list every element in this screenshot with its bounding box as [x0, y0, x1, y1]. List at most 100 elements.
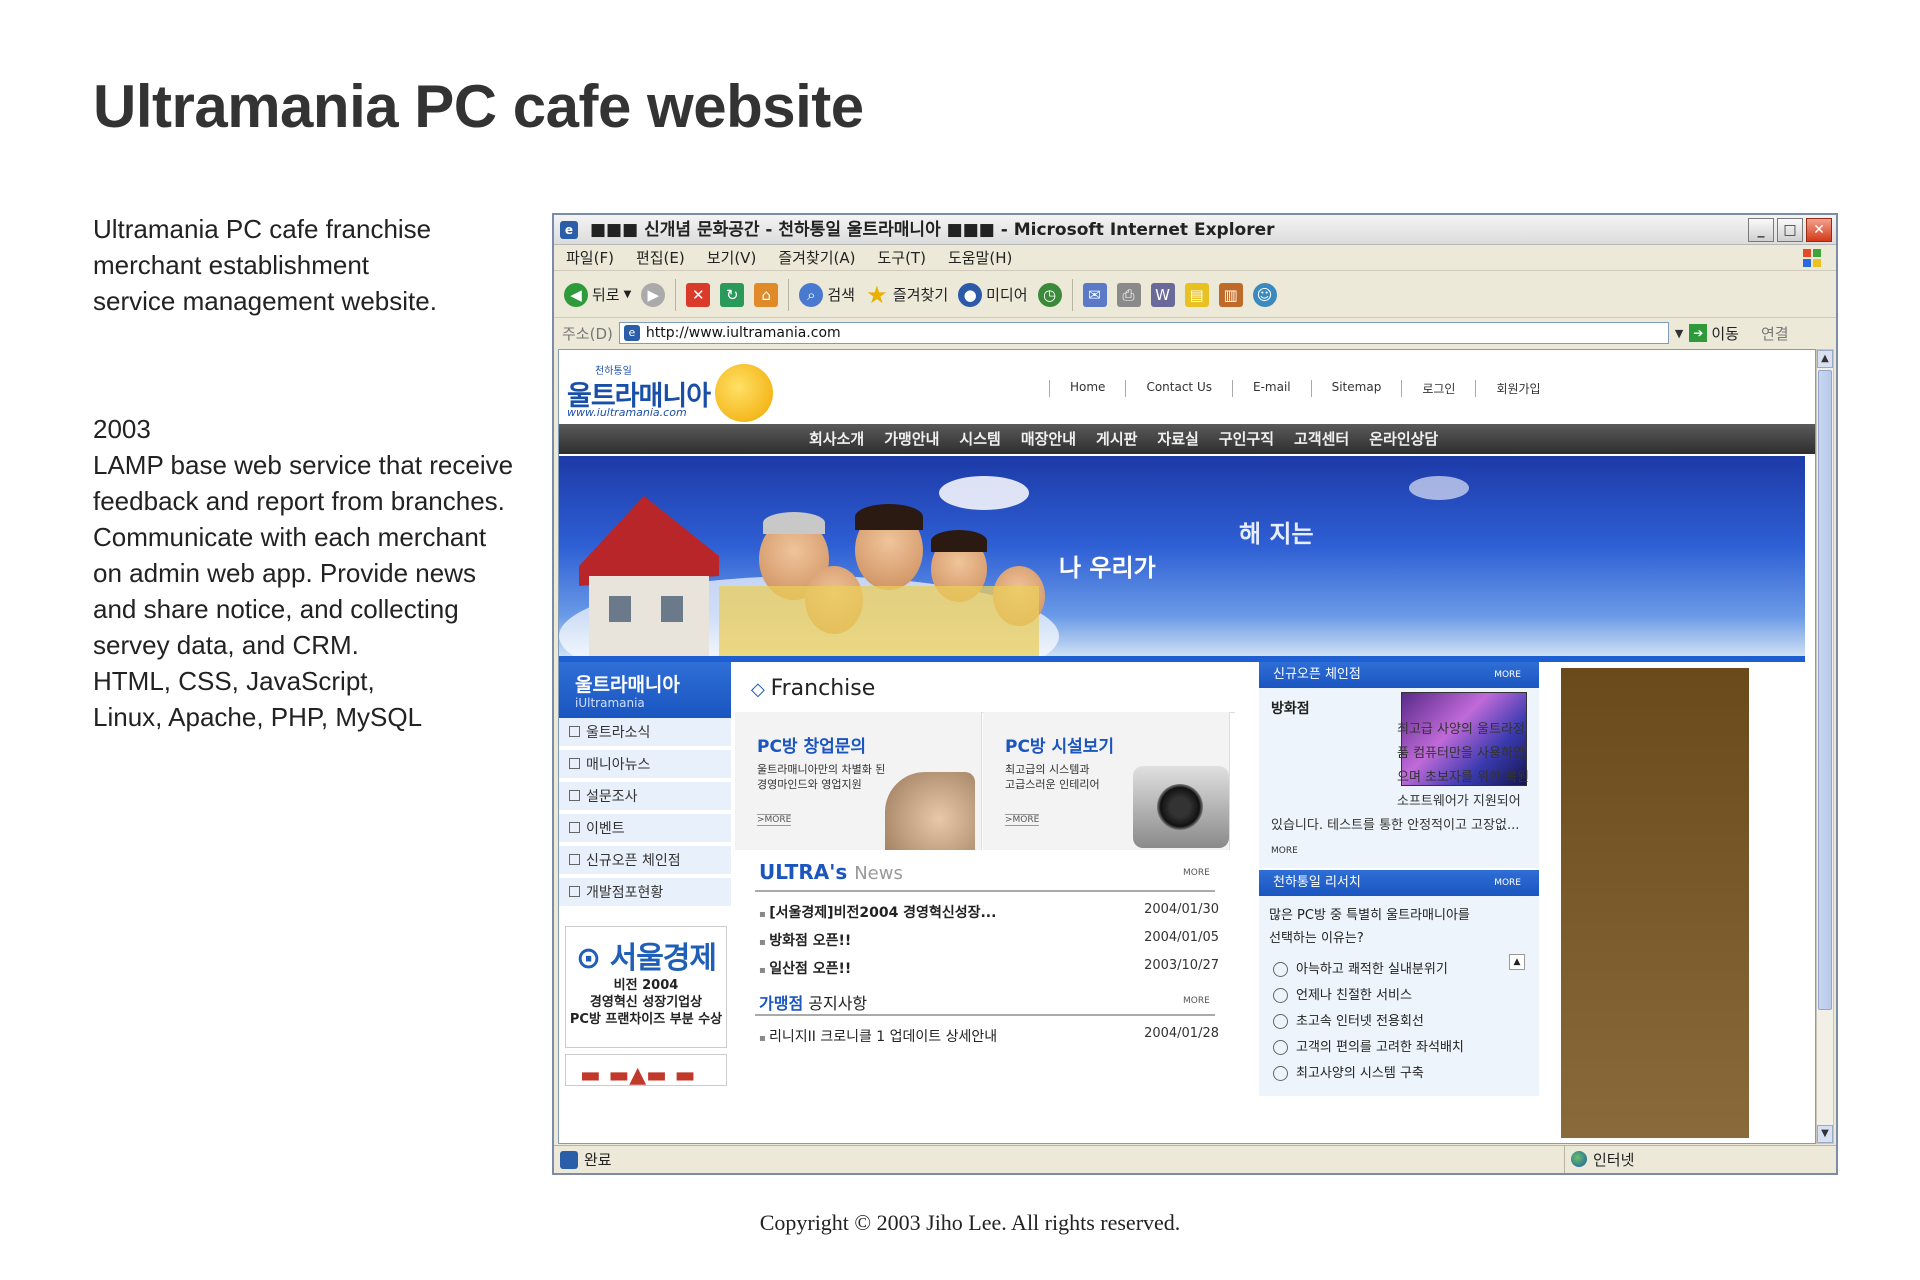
survey-option[interactable]: 아늑하고 쾌적한 실내분위기 [1273, 958, 1448, 977]
family-photo [763, 512, 825, 534]
search-button[interactable]: ⌕ 검색 [799, 282, 855, 307]
toolbar-divider [1071, 278, 1073, 311]
scroll-down-button[interactable]: ▼ [1817, 1125, 1833, 1143]
address-input[interactable]: e http://www.iultramania.com [618, 322, 1669, 344]
back-button[interactable]: ◀ 뒤로 ▼ [564, 282, 631, 307]
new-store-header: 신규오픈 체인점 MORE [1259, 662, 1539, 688]
link-home[interactable]: Home [1049, 380, 1125, 397]
nav-support[interactable]: 고객센터 [1284, 424, 1359, 454]
notice-title-rest: 공지사항 [808, 994, 868, 1013]
more-link[interactable]: >MORE [757, 814, 792, 826]
nav-stores[interactable]: 매장안내 [1011, 424, 1086, 454]
sidebar-item-ultra-news[interactable]: 울트라소식 [559, 718, 731, 748]
details-line: HTML, CSS, JavaScript, [93, 666, 375, 696]
bullet-icon [569, 886, 580, 897]
go-arrow-icon: ➔ [1689, 324, 1708, 342]
store-more-link[interactable]: MORE [1271, 846, 1298, 856]
sidebar-item-mania-news[interactable]: 매니아뉴스 [559, 750, 731, 780]
family-photo [931, 530, 987, 552]
more-link[interactable]: >MORE [1005, 814, 1040, 826]
home-icon[interactable]: ⌂ [754, 282, 779, 307]
menu-file[interactable]: 파일(F) [566, 245, 614, 270]
zone-label: 인터넷 [1593, 1151, 1635, 1169]
link-signup[interactable]: 회원가입 [1475, 380, 1560, 397]
ie-icon: e [560, 221, 578, 239]
favorites-button[interactable]: ★ 즐겨찾기 [865, 283, 948, 307]
link-contact[interactable]: Contact Us [1125, 380, 1232, 397]
sidebar-item-new-stores[interactable]: 신규오픈 체인점 [559, 846, 731, 876]
nav-archive[interactable]: 자료실 [1147, 424, 1208, 454]
vertical-scrollbar[interactable]: ▲ ▼ [1816, 349, 1834, 1144]
bullet-icon [569, 758, 580, 769]
menu-edit[interactable]: 편집(E) [636, 245, 685, 270]
nav-consult[interactable]: 온라인상담 [1359, 424, 1448, 454]
sidebar-item-store-status[interactable]: 개발점포현황 [559, 878, 731, 908]
links-button[interactable]: 연결 [1761, 323, 1789, 344]
history-icon[interactable]: ◷ [1037, 282, 1062, 307]
go-button[interactable]: ➔ 이동 [1689, 323, 1739, 344]
nav-board[interactable]: 게시판 [1086, 424, 1147, 454]
media-label: 미디어 [986, 286, 1028, 304]
nav-jobs[interactable]: 구인구직 [1209, 424, 1284, 454]
camera-photo [1133, 766, 1229, 848]
survey-option-label: 아늑하고 쾌적한 실내분위기 [1296, 962, 1448, 977]
sidebar-item-survey[interactable]: 설문조사 [559, 782, 731, 812]
research-icon[interactable]: ▥ [1218, 282, 1243, 307]
link-email[interactable]: E-mail [1231, 380, 1311, 397]
sidebar-item-label: 설문조사 [586, 789, 638, 805]
link-sitemap[interactable]: Sitemap [1310, 380, 1402, 397]
news-more-link[interactable]: MORE [1183, 868, 1210, 878]
radio-icon [1273, 988, 1288, 1003]
store-description: 최고급 사양의 울트라정품 컴퓨터만을 사용하였으며 초보자를 위한 복원 소프… [1271, 718, 1533, 863]
notice-more-link[interactable]: MORE [1183, 996, 1210, 1006]
survey-option[interactable]: 고객의 편의를 고려한 좌석배치 [1273, 1036, 1464, 1055]
discuss-icon[interactable]: ▤ [1184, 282, 1209, 307]
scroll-up-button[interactable]: ▲ [1817, 350, 1833, 368]
maximize-button[interactable]: □ [1777, 218, 1803, 242]
news-item-date: 2003/10/27 [1144, 958, 1219, 973]
close-button[interactable]: ✕ [1806, 218, 1832, 242]
award-banner[interactable]: ⊙ 서울경제 비전 2004 경영혁신 성장기업상 PC방 프랜차이즈 부분 수… [565, 926, 727, 1048]
print-icon[interactable]: ⎙ [1116, 282, 1141, 307]
nav-system[interactable]: 시스템 [949, 424, 1010, 454]
scroll-thumb[interactable] [1818, 370, 1832, 1010]
media-button[interactable]: ● 미디어 [958, 282, 1028, 307]
menu-tools[interactable]: 도구(T) [877, 245, 925, 270]
globe-icon [1571, 1151, 1587, 1167]
edit-icon[interactable]: W [1150, 282, 1175, 307]
survey-option[interactable]: 최고사양의 시스템 구축 [1273, 1062, 1424, 1081]
survey-scroll-up-button[interactable]: ▲ [1509, 954, 1525, 970]
survey-option[interactable]: 언제나 친절한 서비스 [1273, 984, 1412, 1003]
nav-company[interactable]: 회사소개 [799, 424, 874, 454]
details-line: on admin web app. Provide news [93, 558, 477, 588]
secondary-banner[interactable]: ▬ ▬▲▬ ▬ [565, 1054, 727, 1086]
messenger-icon[interactable]: ☺ [1252, 282, 1277, 307]
nav-franchise-info[interactable]: 가맹안내 [874, 424, 949, 454]
site-logo[interactable]: 천하통일 울트라매니아 www.iultramania.com [565, 358, 773, 422]
stop-icon[interactable]: ✕ [686, 282, 711, 307]
refresh-icon[interactable]: ↻ [720, 282, 745, 307]
survey-panel: 많은 PC방 중 특별히 울트라매니아를 선택하는 이유는? 아늑하고 쾌적한 실… [1259, 896, 1539, 1096]
side-advertisement[interactable] [1561, 668, 1749, 1138]
forward-button[interactable]: ▶ [641, 282, 666, 307]
mail-icon[interactable]: ✉ [1082, 282, 1107, 307]
link-login[interactable]: 로그인 [1401, 380, 1475, 397]
back-label: 뒤로 [592, 286, 620, 304]
menu-help[interactable]: 도움말(H) [948, 245, 1012, 270]
menu-view[interactable]: 보기(V) [707, 245, 757, 270]
news-title-bold: ULTRA's [759, 860, 848, 884]
new-store-more-link[interactable]: MORE [1494, 662, 1521, 688]
bullet-icon [569, 790, 580, 801]
radio-icon [1273, 1066, 1288, 1081]
minimize-button[interactable]: _ [1748, 218, 1774, 242]
new-store-panel[interactable]: 방화점 최고급 사양의 울트라정품 컴퓨터만을 사용하였으며 초보자를 위한 복… [1259, 688, 1539, 868]
startup-inquiry-box[interactable]: PC방 창업문의 울트라매니아만의 차별화 된 경영마인드와 영업지원 >MORE [735, 712, 982, 850]
sidebar-item-event[interactable]: 이벤트 [559, 814, 731, 844]
address-dropdown-icon[interactable]: ▼ [1675, 327, 1683, 340]
research-more-link[interactable]: MORE [1494, 870, 1521, 896]
news-title: ULTRA's News [759, 860, 903, 884]
facility-view-box[interactable]: PC방 시설보기 최고급의 시스템과 고급스러운 인테리어 >MORE [983, 712, 1230, 850]
menu-favorites[interactable]: 즐겨찾기(A) [778, 245, 855, 270]
status-text: 완료 [584, 1151, 612, 1169]
survey-option[interactable]: 초고속 인터넷 전용회선 [1273, 1010, 1424, 1029]
